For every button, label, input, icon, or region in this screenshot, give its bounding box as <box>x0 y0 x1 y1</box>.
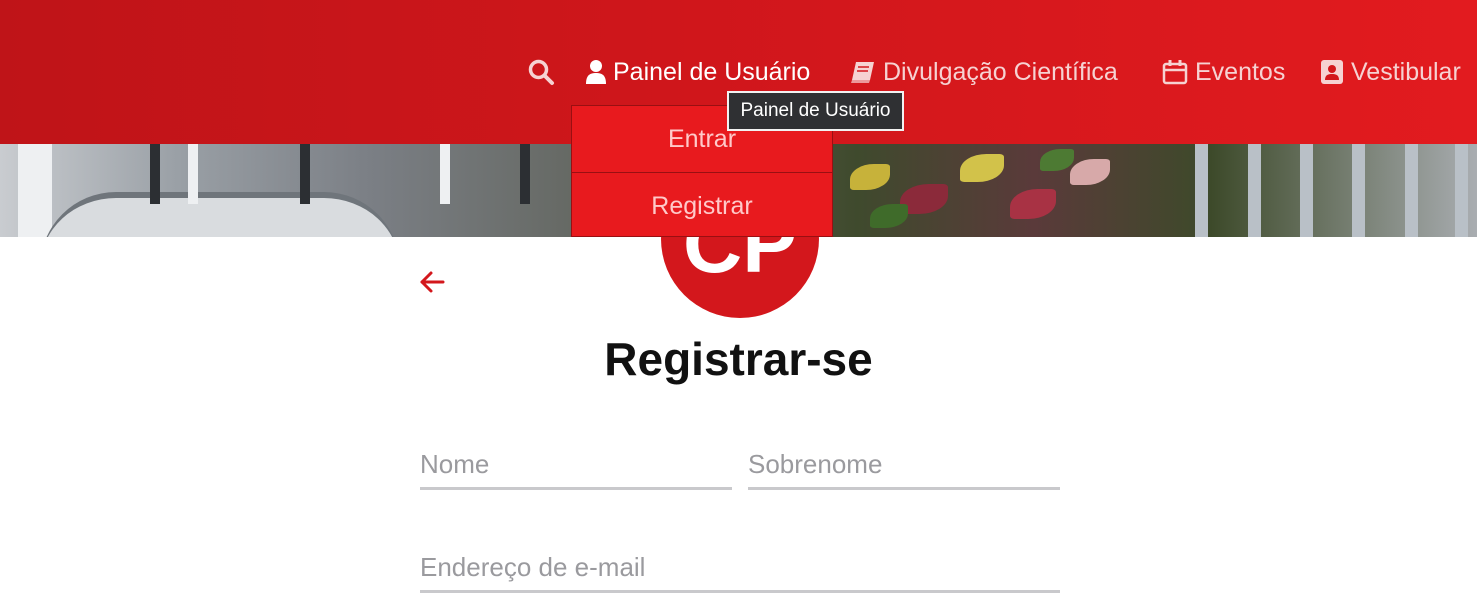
nav-item-divulgacao-cientifica[interactable]: Divulgação Científica <box>850 54 1118 90</box>
page-title: Registrar-se <box>604 333 873 385</box>
nav-item-painel-de-usuario[interactable]: Painel de Usuário <box>586 54 810 90</box>
last-name-field[interactable] <box>748 447 1060 490</box>
search-button[interactable] <box>527 54 555 90</box>
nav-item-eventos[interactable]: Eventos <box>1162 54 1285 90</box>
nav-item-vestibular[interactable]: Vestibular <box>1320 54 1461 90</box>
calendar-icon <box>1162 60 1188 85</box>
first-name-field[interactable] <box>420 447 732 490</box>
back-arrow-icon[interactable] <box>418 268 446 296</box>
nav-item-label: Divulgação Científica <box>883 57 1118 86</box>
book-icon <box>851 62 874 83</box>
nav-item-label: Eventos <box>1195 57 1286 86</box>
tooltip: Painel de Usuário <box>727 91 904 131</box>
nav-item-label: Painel de Usuário <box>613 57 811 86</box>
user-icon <box>586 60 606 84</box>
dropdown-item-registrar[interactable]: Registrar <box>572 172 832 236</box>
search-icon <box>528 59 554 85</box>
contact-card-icon <box>1321 60 1343 84</box>
email-field[interactable] <box>420 550 1060 593</box>
nav-item-label: Vestibular <box>1351 57 1461 86</box>
